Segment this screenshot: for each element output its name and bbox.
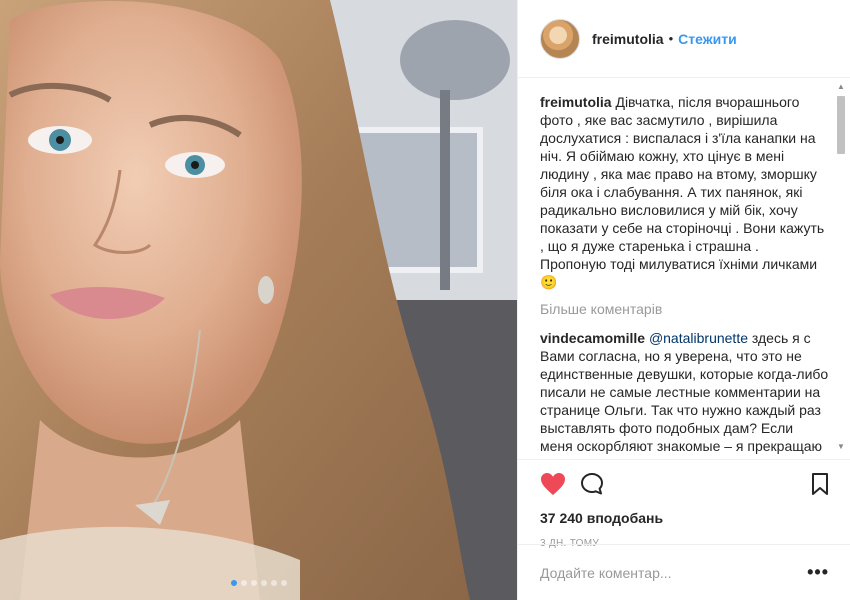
carousel-dot[interactable]: [280, 580, 287, 586]
scroll-down-icon[interactable]: ▼: [836, 442, 846, 452]
carousel-dot[interactable]: [260, 580, 267, 586]
likes-count[interactable]: 37 240 вподобань: [540, 510, 829, 526]
carousel-indicator[interactable]: [0, 580, 517, 586]
avatar[interactable]: [540, 18, 580, 59]
carousel-dot[interactable]: [240, 580, 247, 586]
scroll-up-icon[interactable]: ▲: [836, 82, 846, 92]
more-options-icon[interactable]: •••: [807, 562, 829, 583]
add-comment-bar: •••: [518, 544, 850, 600]
post-actions: 37 240 вподобань 3 ДН. ТОМУ •••: [518, 459, 850, 600]
carousel-dot[interactable]: [230, 580, 237, 586]
bookmark-icon[interactable]: [811, 472, 829, 499]
carousel-dot[interactable]: [250, 580, 257, 586]
portrait-image: [0, 0, 517, 600]
comment-bubble-icon[interactable]: [580, 472, 604, 499]
post-header: freimutolia • Стежити: [518, 0, 850, 78]
caption-text: Дівчатка, після вчорашнього фото , яке в…: [540, 94, 825, 290]
header-username[interactable]: freimutolia: [592, 31, 664, 47]
carousel-dot[interactable]: [270, 580, 277, 586]
comments-scrollbar[interactable]: ▲ ▼: [836, 82, 846, 452]
list-item: vindecamomille @natalibrunette здесь я с…: [540, 329, 829, 456]
caption: freimutolia Дівчатка, після вчорашнього …: [540, 93, 829, 291]
scrollbar-thumb[interactable]: [837, 96, 845, 154]
comments-list[interactable]: freimutolia Дівчатка, після вчорашнього …: [518, 79, 850, 456]
separator-dot: •: [668, 31, 674, 46]
post-sidebar: freimutolia • Стежити freimutolia Дівчат…: [517, 0, 850, 600]
comment-input[interactable]: [540, 564, 808, 581]
comment-username[interactable]: vindecamomille: [540, 330, 645, 346]
heart-icon[interactable]: [540, 472, 566, 499]
follow-button[interactable]: Стежити: [678, 31, 737, 47]
caption-username[interactable]: freimutolia: [540, 94, 612, 110]
comment-text: здесь я с Вами согласна, но я уверена, ч…: [540, 330, 829, 454]
comment-mention-link[interactable]: @natalibrunette: [649, 330, 748, 346]
post-photo[interactable]: [0, 0, 517, 600]
load-more-comments-button[interactable]: Більше коментарів: [540, 301, 829, 317]
